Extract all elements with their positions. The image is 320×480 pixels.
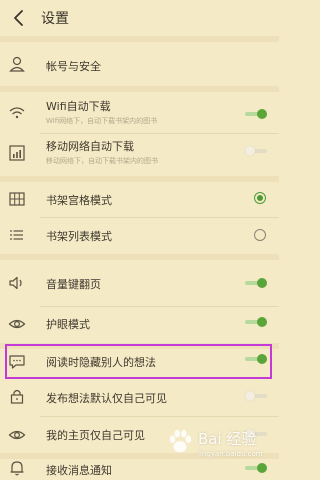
watermark-url: jingyan.baidu.com <box>198 450 263 458</box>
paw-logo-icon <box>169 429 192 453</box>
volume-key-flip-label: 音量键翻页 <box>46 278 101 291</box>
list-icon <box>10 230 23 240</box>
private-thoughts-item[interactable]: 发布想法默认仅自己可见 <box>0 382 279 416</box>
baidu-watermark: Bai 经验 jingyan.baidu.com <box>166 422 276 466</box>
shelf-list-mode-item[interactable]: 书架列表模式 <box>0 218 279 254</box>
highlight-box <box>5 344 272 379</box>
volume-key-flip-item[interactable]: 音量键翻页 <box>0 260 279 306</box>
shelf-list-mode-label: 书架列表模式 <box>46 230 112 243</box>
eye-icon <box>8 430 26 440</box>
lock-icon <box>10 389 24 404</box>
bell-icon <box>10 461 24 476</box>
eye-icon <box>8 319 26 329</box>
wifi-download-label: Wifi自动下载 <box>46 100 111 113</box>
mobile-download-label: 移动网络自动下载 <box>46 140 134 153</box>
mobile-download-toggle[interactable] <box>245 146 267 156</box>
shelf-grid-mode-radio[interactable] <box>254 192 266 204</box>
wifi-download-description: Wifi网络下，自动下载书架内的图书 <box>46 117 158 125</box>
private-thoughts-toggle[interactable] <box>245 391 267 401</box>
private-thoughts-label: 发布想法默认仅自己可见 <box>46 392 167 405</box>
shelf-grid-mode-label: 书架宫格模式 <box>46 194 112 207</box>
mobile-download-item[interactable]: 移动网络自动下载 移动网络下，自动下载书架内的图书 <box>0 134 279 176</box>
notifications-label: 接收消息通知 <box>46 464 112 477</box>
eye-protection-item[interactable]: 护眼模式 <box>0 307 279 343</box>
watermark-text: Bai 经验 <box>198 430 257 448</box>
wifi-download-item[interactable]: Wifi自动下载 Wifi网络下，自动下载书架内的图书 <box>0 92 279 133</box>
shelf-list-mode-radio[interactable] <box>254 229 266 241</box>
eye-protection-toggle[interactable] <box>245 317 267 327</box>
signal-icon <box>9 145 25 161</box>
wifi-icon <box>9 107 25 119</box>
shelf-grid-mode-item[interactable]: 书架宫格模式 <box>0 182 279 217</box>
account-security-item[interactable]: 帐号与安全 <box>0 42 279 86</box>
user-icon <box>9 56 25 72</box>
eye-protection-label: 护眼模式 <box>46 318 90 331</box>
private-homepage-label: 我的主页仅自己可见 <box>46 429 145 442</box>
page-title: 设置 <box>41 11 69 27</box>
speaker-icon <box>9 276 22 290</box>
back-arrow-icon[interactable] <box>10 8 28 28</box>
mobile-download-description: 移动网络下，自动下载书架内的图书 <box>46 157 158 165</box>
wifi-download-toggle[interactable] <box>245 109 267 119</box>
grid-icon <box>9 192 25 206</box>
volume-key-flip-toggle[interactable] <box>245 278 267 288</box>
header: 设置 <box>0 0 279 36</box>
account-security-label: 帐号与安全 <box>46 60 101 73</box>
